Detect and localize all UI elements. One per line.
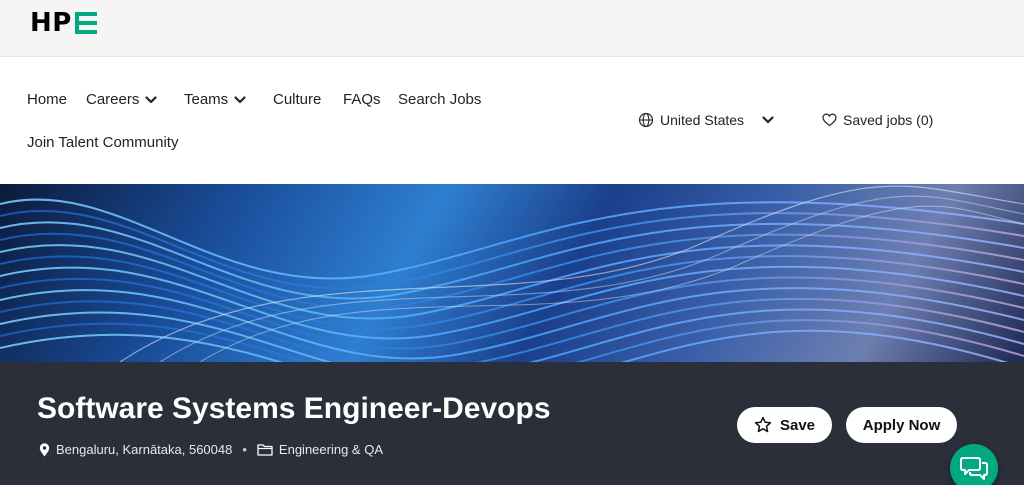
folder-icon [257, 444, 273, 456]
top-bar: HP [0, 0, 1024, 57]
hpe-logo[interactable]: HP [30, 10, 97, 36]
apply-now-button-label: Apply Now [862, 416, 941, 434]
nav-teams[interactable]: Teams [184, 91, 246, 108]
nav-home[interactable]: Home [27, 91, 67, 108]
nav-home-label: Home [27, 91, 68, 108]
job-title: Software Systems Engineer-Devops [37, 392, 551, 425]
nav-careers[interactable]: Careers [86, 91, 157, 108]
region-selector[interactable]: United States [638, 112, 774, 128]
meta-separator: • [242, 442, 247, 457]
nav-careers-label: Careers [86, 91, 140, 108]
nav-culture-label: Culture [273, 91, 322, 108]
nav-culture[interactable]: Culture [273, 91, 321, 108]
saved-jobs-link[interactable]: Saved jobs (0) [822, 112, 933, 128]
chevron-down-icon [234, 95, 246, 103]
nav-search-jobs[interactable]: Search Jobs [398, 91, 481, 108]
location-pin-icon [39, 442, 50, 456]
job-location: Bengaluru, Karnātaka, 560048 [56, 442, 233, 457]
star-icon [754, 416, 772, 433]
chat-bubbles-icon [960, 457, 988, 480]
heart-icon [822, 113, 837, 127]
logo-e-mark [74, 12, 97, 34]
apply-now-button[interactable]: Apply Now [846, 407, 957, 443]
chat-button[interactable] [950, 444, 998, 485]
nav-faqs[interactable]: FAQs [343, 91, 381, 108]
save-button-label: Save [779, 416, 816, 434]
chevron-down-icon [145, 95, 157, 103]
nav-teams-label: Teams [184, 91, 229, 108]
job-category: Engineering & QA [278, 442, 383, 457]
chevron-down-icon [762, 116, 774, 124]
nav-search-jobs-label: Search Jobs [398, 91, 482, 108]
nav-join-talent-community[interactable]: Join Talent Community [27, 134, 178, 151]
nav-join-talent-community-label: Join Talent Community [27, 134, 179, 151]
logo-text: HP [30, 8, 72, 38]
fiber-optic-waves-graphic [0, 185, 1024, 362]
nav-faqs-label: FAQs [343, 91, 381, 108]
globe-icon [638, 112, 654, 128]
save-button[interactable]: Save [737, 407, 832, 443]
main-navigation: Home Careers Teams Culture FAQs Search J… [0, 57, 1024, 184]
job-meta: Bengaluru, Karnātaka, 560048 • Engineeri… [39, 442, 383, 457]
saved-jobs-label: Saved jobs (0) [843, 112, 934, 128]
region-label: United States [660, 112, 745, 128]
hero-banner-image [0, 184, 1024, 362]
